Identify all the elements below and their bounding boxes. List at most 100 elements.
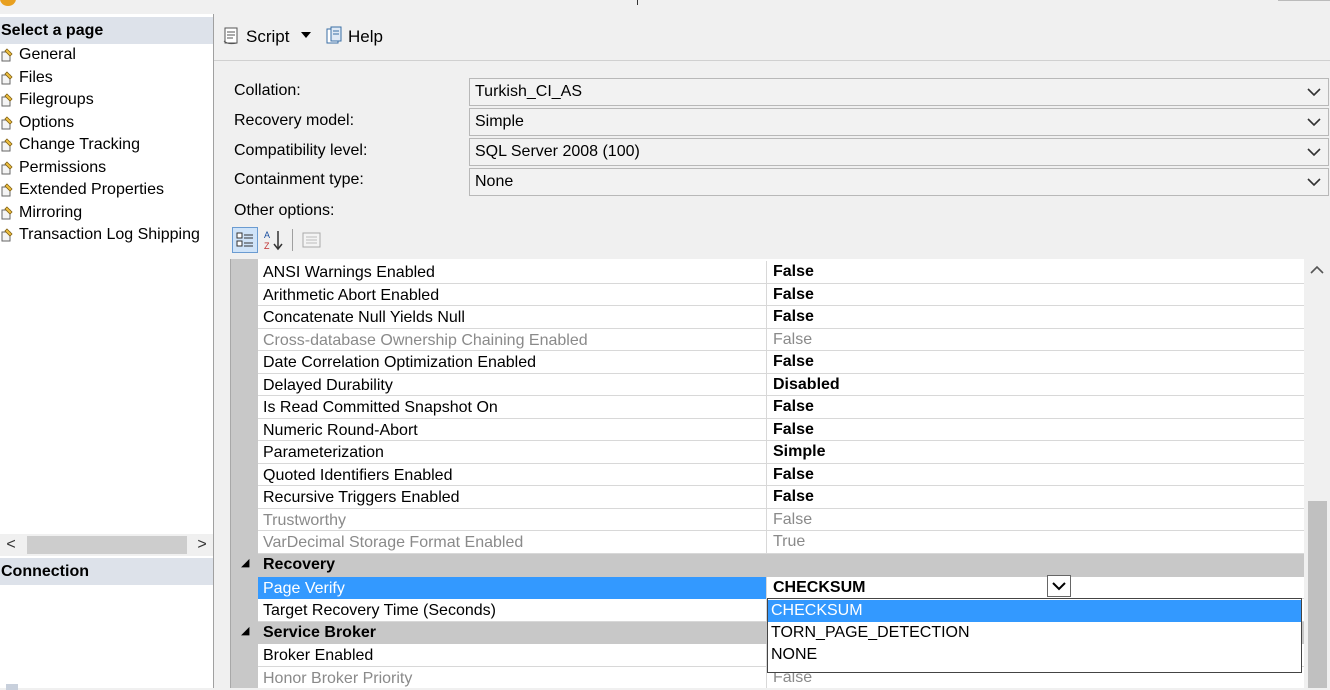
page-icon (1, 70, 13, 84)
alphabetical-sort-icon[interactable]: AZ (261, 227, 287, 253)
scroll-thumb[interactable] (1308, 501, 1327, 688)
property-value: False (773, 353, 814, 370)
grid-row-read-committed-snapshot[interactable]: Is Read Committed Snapshot On False (258, 396, 1304, 419)
dropdown-option-none[interactable]: NONE (768, 644, 1301, 666)
help-icon (326, 26, 342, 44)
property-name: Honor Broker Priority (263, 669, 413, 687)
grid-row-ansi-warnings[interactable]: ANSI Warnings Enabled False (258, 261, 1304, 284)
script-label: Script (246, 27, 290, 46)
page-item-change-tracking[interactable]: Change Tracking (0, 134, 213, 157)
categorized-icon[interactable] (232, 227, 258, 253)
grid-row-trustworthy[interactable]: Trustworthy False (258, 508, 1304, 531)
script-dropdown-arrow[interactable] (300, 24, 312, 48)
dropdown-option-checksum[interactable]: CHECKSUM (768, 600, 1301, 622)
containment-type-value: None (475, 173, 514, 190)
collapse-triangle-icon[interactable]: ◢ (241, 556, 249, 569)
property-name: Trustworthy (263, 511, 346, 529)
property-name: Date Correlation Optimization Enabled (263, 354, 537, 371)
help-label: Help (348, 27, 383, 46)
grid-row-recursive-triggers[interactable]: Recursive Triggers Enabled False (258, 486, 1304, 509)
grid-row-delayed-durability[interactable]: Delayed Durability Disabled (258, 373, 1304, 396)
grid-row-concat-null[interactable]: Concatenate Null Yields Null False (258, 306, 1304, 329)
page-icon (1, 115, 13, 129)
property-name: Concatenate Null Yields Null (263, 309, 465, 326)
page-item-mirroring[interactable]: Mirroring (0, 202, 213, 225)
page-item-label: General (19, 46, 76, 63)
grid-row-numeric-round-abort[interactable]: Numeric Round-Abort False (258, 418, 1304, 441)
containment-type-combo[interactable]: None (469, 168, 1329, 196)
page-icon (1, 48, 13, 62)
property-value: True (773, 533, 806, 550)
page-item-options[interactable]: Options (0, 112, 213, 135)
scroll-right-button[interactable]: > (191, 534, 213, 556)
page-item-label: Files (19, 68, 53, 86)
property-name: VarDecimal Storage Format Enabled (263, 534, 524, 551)
horizontal-scrollbar[interactable]: < > (0, 534, 213, 556)
property-value[interactable]: CHECKSUM (773, 579, 865, 597)
property-name: Numeric Round-Abort (263, 421, 418, 439)
page-verify-dropdown-button[interactable] (1047, 575, 1071, 597)
property-value: False (773, 285, 814, 303)
recovery-model-combo[interactable]: Simple (469, 108, 1329, 136)
property-name: Broker Enabled (263, 647, 374, 664)
property-name: Cross-database Ownership Chaining Enable… (263, 331, 588, 349)
grid-row-arithmetic-abort[interactable]: Arithmetic Abort Enabled False (258, 283, 1304, 306)
app-icon (0, 0, 16, 6)
connection-icon (6, 684, 18, 690)
property-name: Arithmetic Abort Enabled (263, 286, 440, 304)
page-item-extended-properties[interactable]: Extended Properties (0, 179, 213, 202)
page-item-transaction-log-shipping[interactable]: Transaction Log Shipping (0, 224, 213, 247)
page-item-permissions[interactable]: Permissions (0, 157, 213, 180)
other-options-label: Other options: (234, 202, 335, 219)
chevron-down-icon (1307, 178, 1321, 187)
page-item-label: Extended Properties (19, 181, 164, 198)
toolbar-separator (292, 229, 293, 251)
page-item-label: Transaction Log Shipping (19, 226, 200, 243)
dropdown-option-torn-page-detection[interactable]: TORN_PAGE_DETECTION (768, 622, 1301, 644)
property-name: Is Read Committed Snapshot On (263, 399, 498, 416)
page-icon (1, 228, 13, 242)
property-name: Recursive Triggers Enabled (263, 489, 460, 506)
grid-row-date-correlation[interactable]: Date Correlation Optimization Enabled Fal… (258, 351, 1304, 374)
property-pages-icon[interactable] (300, 227, 324, 253)
collation-combo[interactable]: Turkish_CI_AS (469, 78, 1329, 106)
page-icon (1, 205, 13, 219)
grid-row-quoted-identifiers[interactable]: Quoted Identifiers Enabled False (258, 463, 1304, 486)
help-button[interactable]: Help (324, 25, 383, 49)
page-item-filegroups[interactable]: Filegroups (0, 89, 213, 112)
compatibility-level-combo[interactable]: SQL Server 2008 (100) (469, 138, 1329, 166)
vertical-scrollbar[interactable] (1304, 259, 1330, 688)
page-item-general[interactable]: General (0, 44, 213, 67)
property-name: Parameterization (263, 444, 384, 461)
property-value: False (773, 398, 814, 415)
title-text-fragment (637, 0, 638, 5)
page-item-label: Filegroups (19, 91, 94, 108)
property-value: False (773, 263, 814, 280)
property-name: Page Verify (263, 579, 345, 597)
scroll-up-icon[interactable] (1308, 263, 1326, 277)
collapse-triangle-icon[interactable]: ◢ (241, 624, 249, 637)
compatibility-level-value: SQL Server 2008 (100) (475, 143, 640, 160)
scroll-left-button[interactable]: < (0, 534, 22, 556)
collation-label: Collation: (234, 82, 301, 99)
grid-row-vardecimal[interactable]: VarDecimal Storage Format Enabled True (258, 531, 1304, 554)
script-button[interactable]: Script (222, 25, 289, 49)
select-page-panel: Select a page General Files Filegroups O… (0, 14, 214, 690)
grid-row-page-verify[interactable]: Page Verify CHECKSUM (258, 576, 1304, 599)
page-item-files[interactable]: Files (0, 67, 213, 90)
grid-row-parameterization[interactable]: Parameterization Simple (258, 441, 1304, 464)
chevron-down-icon (1307, 88, 1321, 97)
grid-row-cross-db-chaining[interactable]: Cross-database Ownership Chaining Enable… (258, 328, 1304, 351)
property-value: False (773, 510, 813, 528)
property-name: Quoted Identifiers Enabled (263, 466, 453, 484)
page-icon (1, 93, 13, 107)
property-name: Delayed Durability (263, 376, 393, 394)
scroll-thumb[interactable] (27, 536, 187, 554)
page-item-label: Mirroring (19, 203, 83, 221)
recovery-model-value: Simple (475, 113, 524, 130)
page-icon (1, 160, 13, 174)
property-value: Disabled (773, 375, 840, 393)
page-verify-dropdown-list[interactable]: CHECKSUM TORN_PAGE_DETECTION NONE (767, 598, 1302, 673)
category-recovery[interactable]: ◢ Recovery (231, 554, 1304, 577)
select-page-header: Select a page (0, 17, 213, 44)
